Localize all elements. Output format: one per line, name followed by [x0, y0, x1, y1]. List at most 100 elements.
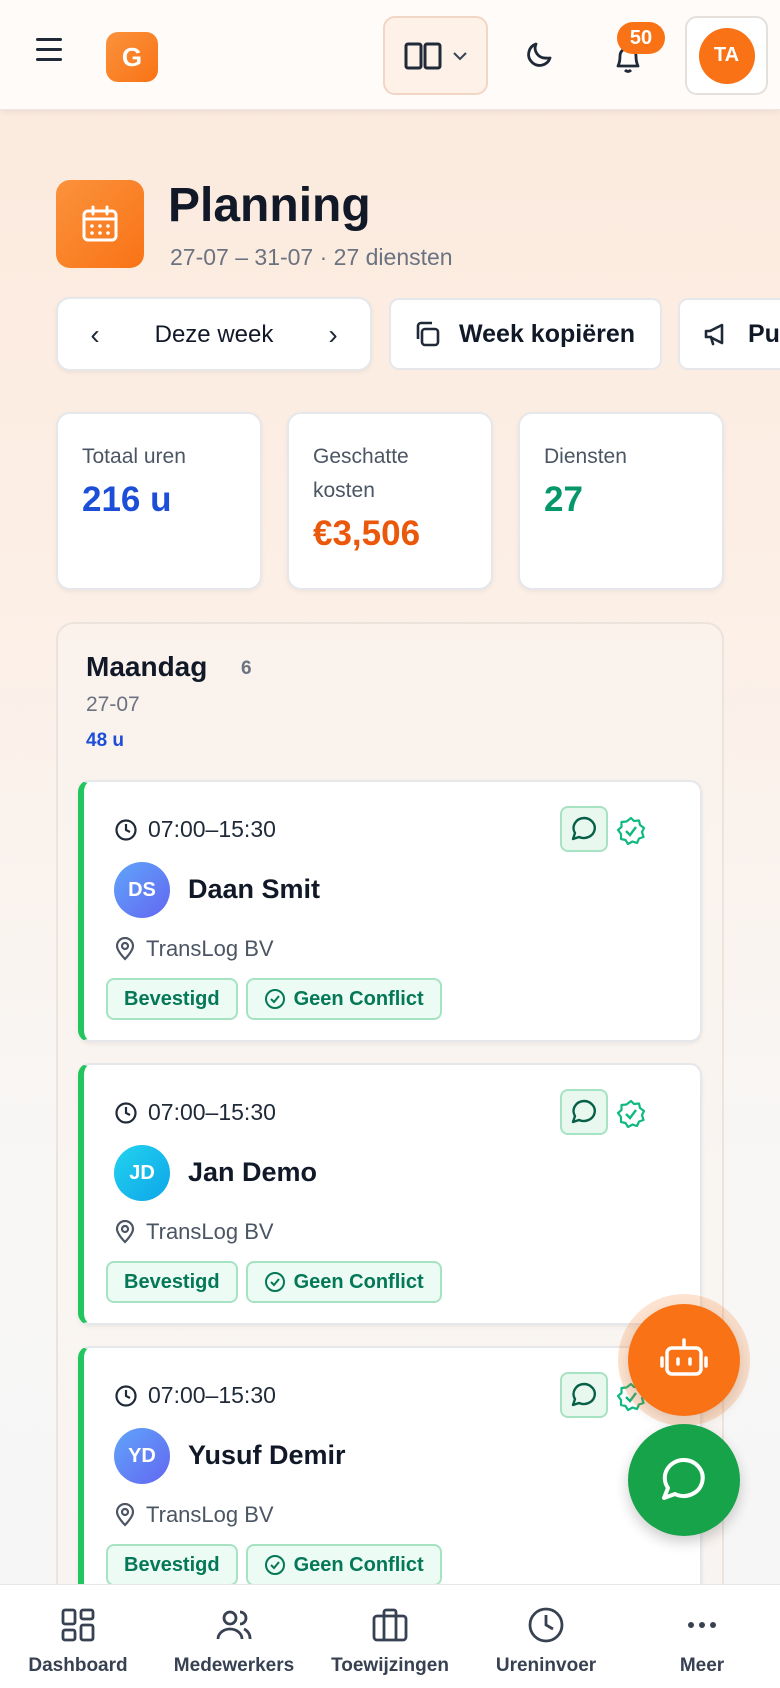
page-title: Planning	[168, 179, 371, 232]
nav-dashboard[interactable]: Dashboard	[8, 1585, 148, 1688]
week-navigator: ‹ Deze week ›	[56, 297, 372, 371]
copy-week-label: Week kopiëren	[459, 319, 636, 348]
avatar: YD	[114, 1428, 170, 1484]
dashboard-icon	[61, 1608, 95, 1642]
shift-tags: Bevestigd Geen Conflict	[106, 978, 442, 1020]
avatar: DS	[114, 862, 170, 918]
employee-name: Yusuf Demir	[188, 1440, 346, 1470]
avatar: TA	[698, 27, 755, 84]
publish-label: Pu	[748, 319, 780, 348]
chevron-down-icon	[452, 51, 467, 60]
shift-location: TransLog BV	[114, 936, 274, 962]
conflict-text: Geen Conflict	[293, 1553, 424, 1576]
location-text: TransLog BV	[146, 1219, 274, 1244]
conflict-badge: Geen Conflict	[245, 978, 442, 1020]
calendar-icon	[56, 180, 144, 268]
day-date: 27-07	[86, 693, 140, 716]
chat-button[interactable]	[628, 1424, 740, 1536]
day-hours: 48 u	[86, 730, 125, 751]
nav-toewijzingen[interactable]: Toewijzingen	[320, 1585, 460, 1688]
stat-value: 27	[544, 480, 583, 519]
status-text: Bevestigd	[124, 987, 220, 1010]
user-menu-button[interactable]: TA	[685, 16, 768, 95]
menu-icon[interactable]	[36, 38, 68, 70]
message-button[interactable]	[560, 1372, 608, 1418]
stat-label: Totaal uren	[82, 445, 186, 468]
status-badge: Bevestigd	[106, 978, 238, 1020]
shift-card[interactable]: 07:00–15:30 JD Jan Demo TransLog BV Beve…	[78, 1063, 702, 1325]
nav-label: Ureninvoer	[495, 1655, 597, 1676]
copy-week-button[interactable]: Week kopiëren	[389, 298, 662, 370]
nav-label: Dashboard	[28, 1655, 128, 1676]
notification-badge: 50	[617, 22, 665, 54]
more-icon	[688, 1622, 716, 1628]
publish-button[interactable]: Pu	[678, 298, 780, 370]
bottom-navigation: Dashboard Medewerkers Toewijzingen Ureni…	[0, 1584, 780, 1688]
stat-value: €3,506	[313, 514, 421, 553]
day-name: Maandag	[86, 651, 208, 682]
location-text: TransLog BV	[146, 936, 274, 961]
chat-icon	[571, 1382, 596, 1407]
clock-icon	[528, 1607, 564, 1643]
shift-card[interactable]: 07:00–15:30 DS Daan Smit TransLog BV Bev…	[78, 780, 702, 1042]
message-button[interactable]	[560, 1089, 608, 1135]
megaphone-icon	[704, 323, 724, 346]
nav-ureninvoer[interactable]: Ureninvoer	[476, 1585, 616, 1688]
shift-time: 07:00–15:30	[114, 816, 276, 843]
location-pin-icon	[115, 937, 135, 961]
columns-icon	[404, 42, 441, 69]
stat-label: Geschatte kosten	[313, 445, 409, 502]
shift-time-text: 07:00–15:30	[148, 1099, 276, 1125]
check-circle-icon	[264, 1555, 285, 1575]
nav-label: Meer	[679, 1655, 725, 1676]
stat-card-total-hours: Totaal uren 216 u	[56, 412, 262, 590]
stat-label: Diensten	[544, 445, 627, 468]
nav-meer[interactable]: Meer	[632, 1585, 772, 1688]
stat-card-estimated-costs: Geschatte kosten €3,506	[287, 412, 493, 590]
users-icon	[216, 1610, 252, 1640]
verified-icon	[616, 1099, 646, 1129]
chat-bubble-icon	[662, 1457, 705, 1500]
location-text: TransLog BV	[146, 1502, 274, 1527]
chat-icon	[571, 1099, 596, 1124]
employee-name: Daan Smit	[188, 874, 321, 904]
copy-icon	[416, 321, 440, 347]
layout-toggle-button[interactable]	[383, 16, 488, 95]
app-logo[interactable]: G	[106, 32, 158, 82]
chevron-right-icon[interactable]: ›	[318, 319, 348, 351]
nav-medewerkers[interactable]: Medewerkers	[164, 1585, 304, 1688]
check-circle-icon	[264, 989, 285, 1009]
employee-name: Jan Demo	[188, 1157, 318, 1187]
stat-value: 216 u	[82, 480, 172, 519]
status-badge: Bevestigd	[106, 1544, 238, 1586]
shift-tags: Bevestigd Geen Conflict	[106, 1544, 442, 1586]
shift-location: TransLog BV	[114, 1219, 274, 1245]
shift-card[interactable]: 07:00–15:30 YD Yusuf Demir TransLog BV B…	[78, 1346, 702, 1608]
moon-icon[interactable]	[524, 38, 556, 70]
page-subtitle: 27-07 – 31-07 · 27 diensten	[170, 244, 453, 270]
location-pin-icon	[115, 1503, 135, 1527]
shift-time-text: 07:00–15:30	[148, 816, 276, 842]
clock-icon	[115, 1101, 137, 1124]
message-button[interactable]	[560, 806, 608, 852]
chat-icon	[571, 816, 596, 841]
conflict-badge: Geen Conflict	[245, 1261, 442, 1303]
status-text: Bevestigd	[124, 1270, 220, 1293]
conflict-text: Geen Conflict	[293, 987, 424, 1010]
status-badge: Bevestigd	[106, 1261, 238, 1303]
nav-label: Toewijzingen	[331, 1655, 449, 1676]
stat-card-shifts: Diensten 27	[518, 412, 724, 590]
check-circle-icon	[264, 1272, 285, 1292]
robot-icon	[660, 1338, 708, 1376]
location-pin-icon	[115, 1220, 135, 1244]
ai-assistant-button[interactable]	[628, 1304, 740, 1416]
conflict-text: Geen Conflict	[293, 1270, 424, 1293]
status-text: Bevestigd	[124, 1553, 220, 1576]
day-shift-count: 6	[241, 658, 252, 679]
clock-icon	[115, 818, 137, 841]
conflict-badge: Geen Conflict	[245, 1544, 442, 1586]
shift-location: TransLog BV	[114, 1502, 274, 1528]
shift-tags: Bevestigd Geen Conflict	[106, 1261, 442, 1303]
top-bar: G 50 TA	[0, 0, 780, 110]
shift-time: 07:00–15:30	[114, 1382, 276, 1409]
